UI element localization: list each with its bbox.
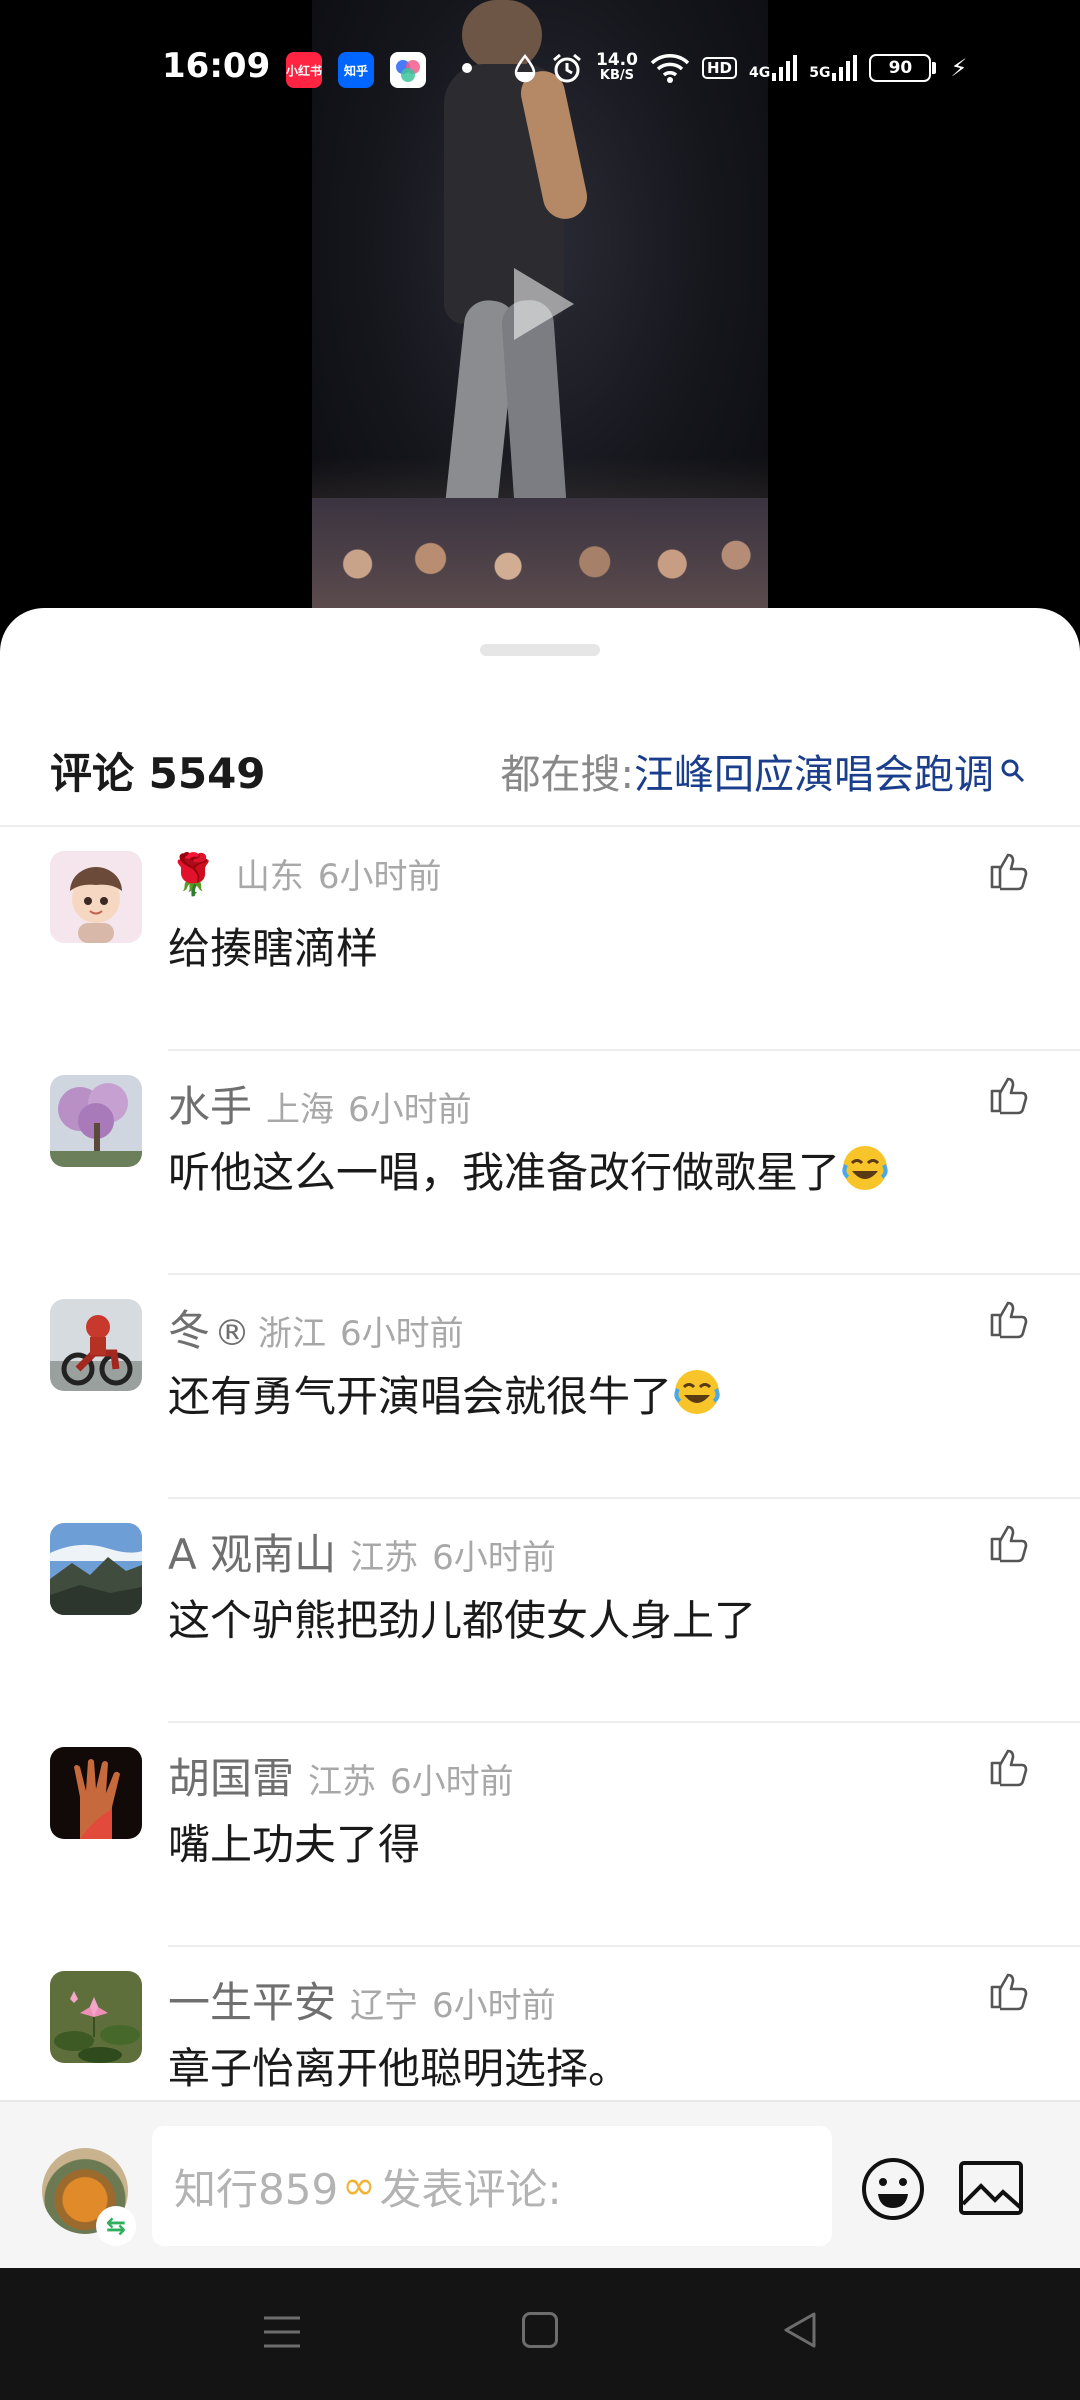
xiaohongshu-icon: 小红书: [286, 52, 322, 88]
like-icon[interactable]: [986, 849, 1030, 893]
comment-meta: 冬 ® 浙江 6小时前: [168, 1297, 464, 1358]
comment-meta: 一生平安 辽宁 6小时前: [168, 1969, 556, 2030]
signal-bars-icon: [772, 55, 798, 81]
comment-input-bar: ⇆ 知行859 ∞ 发表评论:: [0, 2100, 1080, 2268]
smiley-icon: [862, 2158, 924, 2220]
comment-item: A 观南山 江苏 6小时前 这个驴熊把劲儿都使女人身上了: [0, 1499, 1080, 1723]
avatar[interactable]: [50, 1747, 142, 1839]
comment-time: 6小时前: [432, 1986, 556, 2026]
zhihu-icon: 知乎: [338, 52, 374, 88]
app-icon: [390, 52, 426, 88]
avatar[interactable]: [50, 1299, 142, 1391]
comment-list: 🌹 山东 6小时前 给揍瞎滴样 水手 上海 6小时前 听他这么一唱，我准备改行做…: [0, 827, 1080, 2171]
switch-account-icon[interactable]: ⇆: [96, 2206, 136, 2246]
crowd: [312, 498, 768, 608]
comment-meta: 水手 上海 6小时前: [168, 1073, 472, 1134]
charging-icon: ⚡: [950, 54, 968, 82]
comment-time: 6小时前: [340, 1314, 464, 1354]
like-icon[interactable]: [986, 1073, 1030, 1117]
comment-count: 评论 5549: [50, 749, 266, 798]
comment-location: 山东: [235, 857, 304, 897]
comment-text: 章子怡离开他聪明选择。: [168, 2044, 631, 2093]
comment-meta: 🌹 山东 6小时前: [168, 849, 441, 898]
recent-apps-icon[interactable]: [262, 2314, 302, 2350]
comment-time: 6小时前: [390, 1762, 514, 1802]
infinity-badge-icon: ∞: [342, 2163, 376, 2209]
status-bar: 16:09 小红书 知乎 14.0 KB/S HD 4G 5G 90 ⚡: [0, 0, 1080, 140]
back-icon[interactable]: [780, 2310, 820, 2350]
comment-text: 这个驴熊把劲儿都使女人身上了: [168, 1596, 757, 1645]
drag-handle[interactable]: [480, 644, 600, 656]
like-icon[interactable]: [986, 1297, 1030, 1341]
emoji-button[interactable]: [860, 2156, 926, 2222]
comment-meta: A 观南山 江苏 6小时前: [168, 1521, 556, 1582]
comment-location: 江苏: [350, 1538, 419, 1578]
signal-4g: 4G: [749, 55, 798, 81]
avatar[interactable]: [50, 1075, 142, 1167]
signal-5g: 5G: [809, 55, 858, 81]
comment-location: 浙江: [258, 1314, 327, 1354]
play-icon[interactable]: [514, 268, 574, 340]
screen: 16:09 小红书 知乎 14.0 KB/S HD 4G 5G 90 ⚡ 评论 …: [0, 0, 1080, 2400]
avatar[interactable]: [50, 1523, 142, 1615]
comment-time: 6小时前: [317, 857, 442, 897]
comment-item: 水手 上海 6小时前 听他这么一唱，我准备改行做歌星了: [0, 1051, 1080, 1275]
status-time: 16:09: [162, 46, 271, 86]
alarm-icon: [553, 53, 581, 83]
like-icon[interactable]: [986, 1521, 1030, 1565]
comment-header: 评论 5549 都在搜: 汪峰回应演唱会跑调: [0, 718, 1080, 824]
like-icon[interactable]: [986, 1745, 1030, 1789]
search-icon[interactable]: [1000, 758, 1026, 784]
comment-location: 江苏: [308, 1762, 377, 1802]
status-icons: 14.0 KB/S HD 4G 5G 90 ⚡: [512, 46, 967, 90]
comment-input[interactable]: 知行859 ∞ 发表评论:: [152, 2126, 832, 2246]
trending-search-term[interactable]: 汪峰回应演唱会跑调: [634, 742, 994, 800]
network-speed: 14.0 KB/S: [596, 50, 638, 84]
input-placeholder: 发表评论:: [379, 2164, 562, 2214]
comment-time: 6小时前: [432, 1538, 556, 1578]
comment-item: 胡国雷 江苏 6小时前 嘴上功夫了得: [0, 1723, 1080, 1947]
comment-username[interactable]: A 观南山: [168, 1521, 336, 1582]
registered-icon: ®: [214, 1313, 251, 1354]
system-nav-bar: [0, 2268, 1080, 2400]
avatar[interactable]: [50, 1971, 142, 2063]
comment-username[interactable]: 水手: [168, 1073, 252, 1134]
comment-text: 嘴上功夫了得: [168, 1820, 421, 1869]
comment-sheet: 评论 5549 都在搜: 汪峰回应演唱会跑调 🌹 山东 6小时前 给揍瞎滴样 水…: [0, 608, 1080, 2268]
battery-icon: 90: [869, 54, 937, 82]
rose-icon: 🌹: [168, 852, 218, 898]
comment-text: 给揍瞎滴样: [168, 924, 379, 973]
hd-voice-icon: HD: [701, 57, 737, 79]
trending-search[interactable]: 都在搜: 汪峰回应演唱会跑调: [501, 742, 1026, 800]
laugh-cry-emoji-icon: [842, 1146, 888, 1190]
wifi-icon: [650, 54, 690, 83]
comment-item: 冬 ® 浙江 6小时前 还有勇气开演唱会就很牛了: [0, 1275, 1080, 1499]
home-icon[interactable]: [522, 2312, 558, 2348]
comment-username[interactable]: 一生平安: [168, 1969, 336, 2030]
comment-location: 上海: [266, 1090, 335, 1130]
signal-bars-icon: [832, 55, 858, 81]
comment-item: 🌹 山东 6小时前 给揍瞎滴样: [0, 827, 1080, 1051]
comment-text: 听他这么一唱，我准备改行做歌星了: [168, 1139, 890, 1200]
avatar[interactable]: [50, 851, 142, 943]
comment-text: 还有勇气开演唱会就很牛了: [168, 1363, 722, 1424]
image-button[interactable]: [958, 2158, 1024, 2218]
input-username: 知行859: [174, 2164, 339, 2214]
comment-meta: 胡国雷 江苏 6小时前: [168, 1745, 514, 1806]
like-icon[interactable]: [986, 1969, 1030, 2013]
comment-username[interactable]: 冬: [168, 1297, 210, 1358]
image-icon: [959, 2161, 1023, 2215]
comment-location: 辽宁: [350, 1986, 419, 2026]
trending-search-prefix: 都在搜:: [500, 752, 634, 798]
laugh-cry-emoji-icon: [674, 1370, 720, 1414]
notification-dot-icon: [462, 63, 472, 73]
data-saver-icon: [514, 54, 536, 83]
comment-time: 6小时前: [348, 1090, 472, 1130]
comment-username[interactable]: 胡国雷: [168, 1745, 294, 1806]
